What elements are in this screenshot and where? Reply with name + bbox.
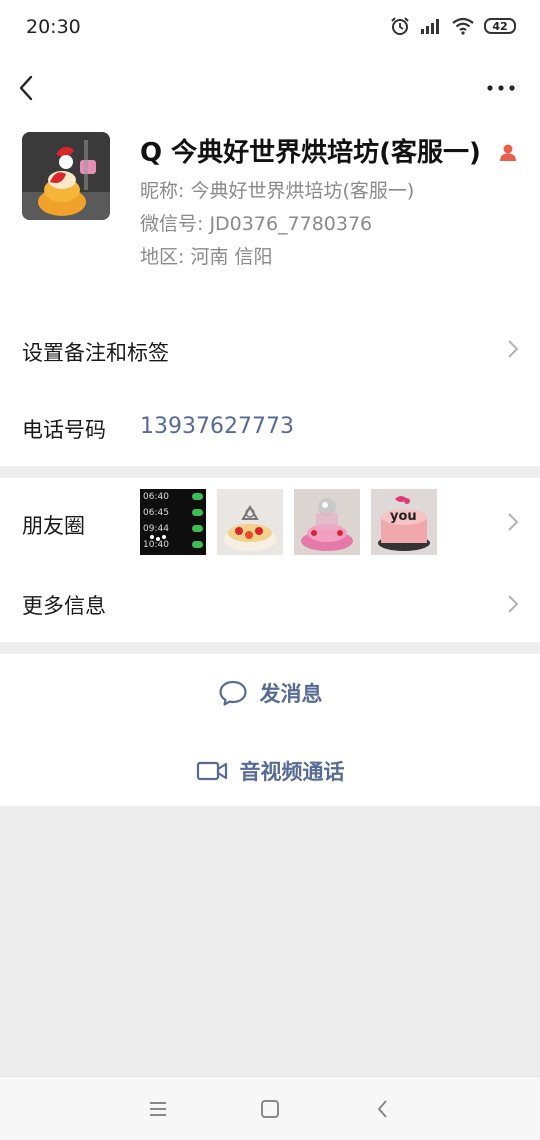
- chevron-right-icon: [508, 513, 519, 531]
- thumb-cake-text: you: [390, 509, 417, 524]
- battery-level: 42: [492, 19, 508, 33]
- alarm-icon: [391, 17, 409, 35]
- video-call-label: 音视频通话: [239, 760, 345, 784]
- chevron-right-icon: [508, 340, 519, 358]
- moments-thumb: 06:40 06:45 09:44 10:40: [140, 489, 206, 555]
- status-bar: 20:30 42: [0, 0, 540, 58]
- more-dots-icon[interactable]: [484, 76, 518, 100]
- video-camera-icon: [196, 761, 227, 781]
- home-square-icon[interactable]: [258, 1097, 282, 1121]
- moments-thumb: [217, 489, 283, 555]
- top-nav: [0, 58, 540, 118]
- profile-header: Q 今典好世界烘培坊(客服一) 昵称: 今典好世界烘培坊(客服一) 微信号: J…: [0, 118, 540, 308]
- chevron-right-icon: [508, 595, 519, 613]
- moments-thumb-alarm-image: 06:40 06:45 09:44 10:40: [140, 489, 206, 555]
- thumb-time: 06:45: [143, 508, 169, 518]
- moments-thumb: you: [371, 489, 437, 555]
- moments-thumb-cake-image: [294, 489, 360, 555]
- avatar-cake-image: [22, 132, 110, 220]
- region: 地区: 河南 信阳: [140, 246, 273, 268]
- wechat-id: 微信号: JD0376_7780376: [140, 213, 373, 235]
- video-call-button[interactable]: 音视频通话: [0, 756, 540, 786]
- display-name: Q 今典好世界烘培坊(客服一): [140, 138, 481, 168]
- phone-number[interactable]: 13937627773: [140, 414, 294, 439]
- battery-icon: 42: [484, 18, 516, 34]
- moments-thumb: [294, 489, 360, 555]
- more-info-label: 更多信息: [22, 594, 106, 618]
- remarks-tags-label: 设置备注和标签: [22, 341, 169, 365]
- status-icons: 42: [390, 16, 516, 36]
- contact-profile-page: 20:30 42 Q 今典好世界烘培坊(客服一) 昵称: 今典好世界烘培坊(客服…: [0, 0, 540, 1140]
- status-time: 20:30: [26, 16, 81, 38]
- thumb-time: 09:44: [143, 524, 169, 534]
- person-icon: [500, 144, 516, 161]
- thumb-time: 06:40: [143, 492, 169, 502]
- more-info-row[interactable]: 更多信息: [0, 566, 540, 642]
- chat-bubble-icon: [218, 680, 247, 706]
- avatar[interactable]: [22, 132, 110, 220]
- moments-thumb-cake-image: [217, 489, 283, 555]
- video-call-row[interactable]: 音视频通话: [0, 730, 540, 806]
- system-nav-bar: [0, 1076, 540, 1140]
- signal-icon: [421, 19, 439, 34]
- back-triangle-icon[interactable]: [371, 1097, 395, 1121]
- wifi-icon: [452, 17, 474, 35]
- nickname: 昵称: 今典好世界烘培坊(客服一): [140, 180, 415, 202]
- send-message-label: 发消息: [259, 682, 323, 706]
- thumb-time: 10:40: [143, 540, 169, 550]
- remarks-tags-row[interactable]: 设置备注和标签: [0, 308, 540, 388]
- send-message-button[interactable]: 发消息: [0, 678, 540, 708]
- menu-icon[interactable]: [146, 1097, 170, 1121]
- moments-thumb-cake-image: you: [371, 489, 437, 555]
- phone-row: 电话号码 13937627773: [0, 388, 540, 466]
- phone-label: 电话号码: [22, 418, 106, 442]
- moments-label: 朋友圈: [22, 514, 85, 538]
- chevron-left-icon[interactable]: [12, 72, 42, 104]
- moments-row[interactable]: 朋友圈 06:40 06:45 09:44 10:40 you: [0, 478, 540, 566]
- send-message-row[interactable]: 发消息: [0, 654, 540, 730]
